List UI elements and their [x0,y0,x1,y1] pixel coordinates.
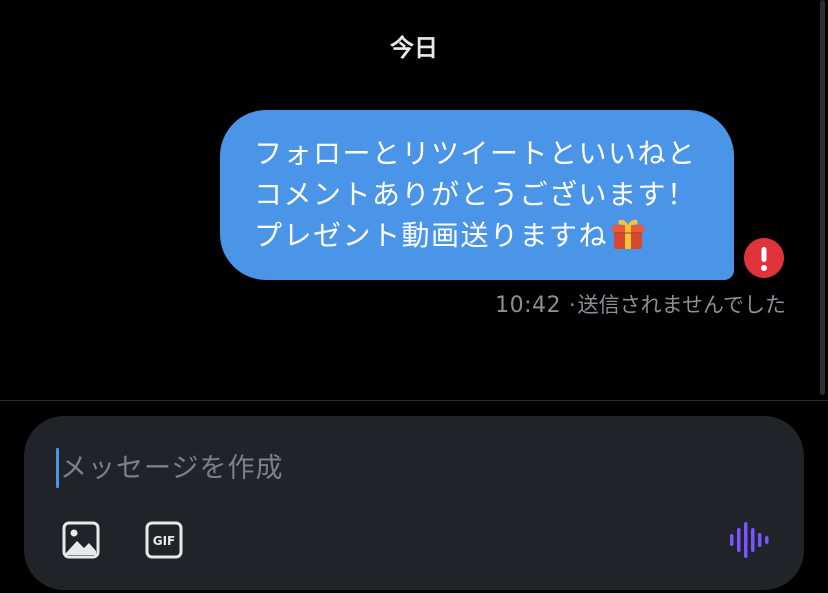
voice-waveform-icon [730,522,769,558]
gift-emoji-icon [610,215,646,251]
message-bubble[interactable]: フォローとリツイートといいねと コメントありがとうございます！ プレゼント動画送… [220,110,734,280]
message-line: プレゼント動画送りますね [254,215,724,256]
message-line: コメントありがとうございます！ [254,178,697,211]
dm-conversation-screen: 今日 フォローとリツイートといいねと コメントありがとうございます！ プレゼント… [0,0,828,593]
add-gif-button[interactable]: GIF [144,520,184,560]
send-failed-status: 送信されませんでした [577,293,786,317]
composer-divider [0,400,828,401]
image-icon [62,521,100,559]
voice-message-button[interactable] [726,520,770,560]
message-input[interactable] [60,444,740,492]
date-divider: 今日 [390,34,438,62]
message-line-text: プレゼント動画送りますね [254,219,609,252]
error-exclamation-icon[interactable] [744,238,784,278]
status-separator: · [568,293,576,317]
gif-label: GIF [153,534,176,548]
text-caret [56,448,59,488]
message-line: フォローとリツイートといいねと [254,137,697,170]
scrollbar[interactable] [820,0,825,395]
message-composer: GIF [24,416,804,590]
add-image-button[interactable] [61,520,101,560]
message-time: 10:42 [495,293,561,318]
message-status: 10:42 ·送信されませんでした [495,289,786,319]
